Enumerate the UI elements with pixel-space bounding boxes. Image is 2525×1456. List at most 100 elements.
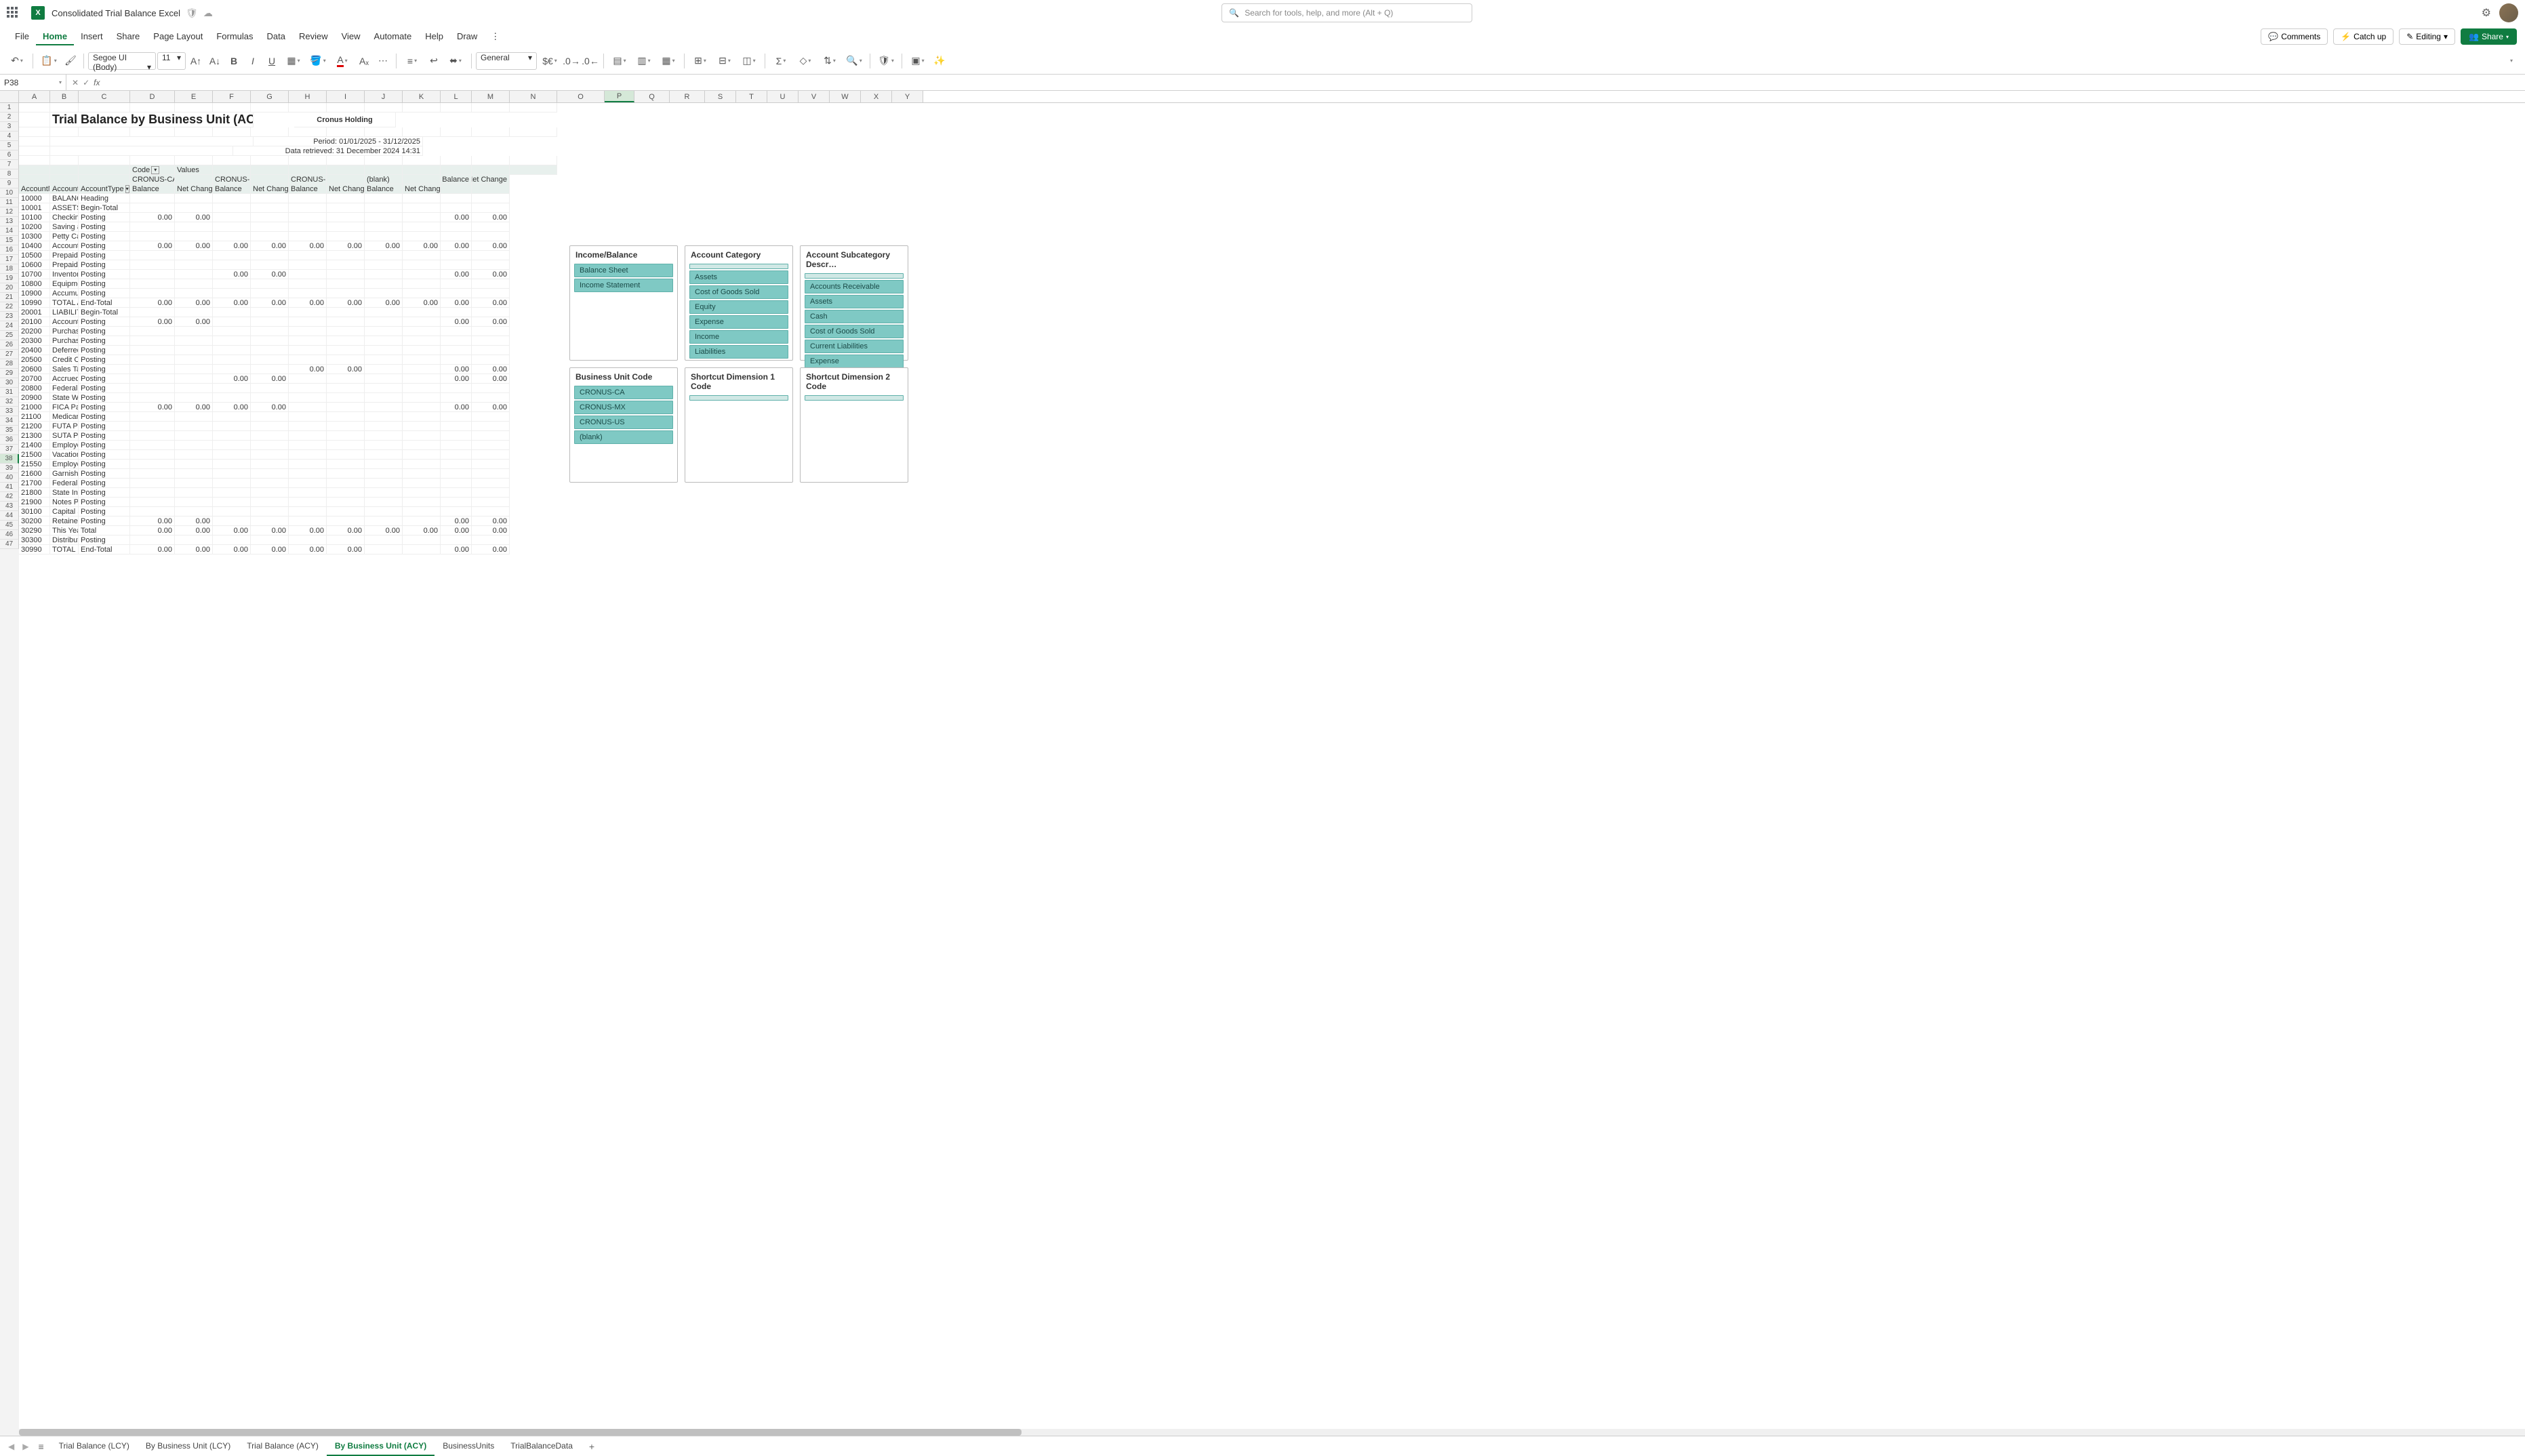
cell[interactable]: 10300 [19, 232, 50, 241]
cell[interactable]: CRONUS-CA [130, 175, 175, 184]
cell[interactable] [213, 213, 251, 222]
cell[interactable] [365, 260, 403, 270]
row-header[interactable]: 24 [0, 321, 19, 331]
cell[interactable] [175, 346, 213, 355]
cell[interactable] [441, 103, 472, 113]
cell[interactable] [213, 222, 251, 232]
row-header[interactable]: 16 [0, 245, 19, 255]
cell[interactable] [472, 308, 510, 317]
cell[interactable] [472, 251, 510, 260]
cell[interactable] [365, 431, 403, 441]
row-header[interactable]: 13 [0, 217, 19, 226]
cell[interactable] [213, 450, 251, 460]
cell[interactable]: 0.00 [175, 213, 213, 222]
cell[interactable]: 20400 [19, 346, 50, 355]
cell[interactable] [289, 279, 327, 289]
cell[interactable] [472, 393, 510, 403]
document-title[interactable]: Consolidated Trial Balance Excel [52, 8, 180, 18]
cell[interactable]: 0.00 [472, 241, 510, 251]
cell[interactable]: 21300 [19, 431, 50, 441]
cell[interactable] [441, 156, 472, 165]
cell[interactable] [327, 431, 365, 441]
cell[interactable]: 0.00 [289, 365, 327, 374]
cell[interactable] [213, 103, 251, 113]
cell[interactable] [403, 488, 441, 498]
cell[interactable] [130, 431, 175, 441]
cell[interactable]: 30100 [19, 507, 50, 517]
cell[interactable]: 0.00 [213, 526, 251, 535]
cell[interactable] [130, 156, 175, 165]
cell[interactable]: 0.00 [130, 241, 175, 251]
cell[interactable] [327, 460, 365, 469]
cell[interactable]: Balance [365, 184, 403, 194]
cell[interactable]: Posting [79, 365, 130, 374]
row-header[interactable]: 14 [0, 226, 19, 236]
row-header[interactable]: 29 [0, 369, 19, 378]
cell[interactable] [289, 327, 327, 336]
cell[interactable]: Prepaid Insurance [50, 260, 79, 270]
cell[interactable]: Inventory [50, 270, 79, 279]
cell[interactable] [441, 460, 472, 469]
cell[interactable] [213, 460, 251, 469]
cell[interactable]: FICA Payable [50, 403, 79, 412]
cell[interactable] [251, 213, 289, 222]
cell[interactable] [175, 270, 213, 279]
cell[interactable]: Posting [79, 498, 130, 507]
cell[interactable]: 0.00 [441, 298, 472, 308]
menu-review[interactable]: Review [292, 28, 335, 45]
cell[interactable] [327, 270, 365, 279]
cell[interactable] [365, 346, 403, 355]
cell[interactable]: 10200 [19, 222, 50, 232]
cell[interactable] [472, 127, 510, 137]
cell[interactable] [251, 479, 289, 488]
cell[interactable] [130, 336, 175, 346]
cell[interactable]: Accounts Payable [50, 317, 79, 327]
cell[interactable] [213, 507, 251, 517]
row-header[interactable]: 27 [0, 350, 19, 359]
cell[interactable] [213, 412, 251, 422]
cell[interactable]: Begin-Total [79, 308, 130, 317]
cell[interactable] [289, 156, 327, 165]
cell[interactable] [472, 156, 510, 165]
cell[interactable] [213, 535, 251, 545]
format-table-button[interactable]: ▥▾ [632, 52, 655, 70]
select-all-corner[interactable] [0, 91, 19, 102]
cell[interactable] [403, 469, 441, 479]
cell[interactable]: Balance [289, 184, 327, 194]
row-header[interactable]: 20 [0, 283, 19, 293]
cell[interactable]: 20200 [19, 327, 50, 336]
cell[interactable] [289, 308, 327, 317]
cell[interactable] [50, 156, 79, 165]
cell[interactable] [213, 441, 251, 450]
slicer-item[interactable]: Cash [805, 310, 904, 323]
cell[interactable]: 0.00 [251, 241, 289, 251]
slicer-item[interactable]: Liabilities [689, 345, 788, 359]
cell[interactable]: 20600 [19, 365, 50, 374]
cell[interactable]: 0.00 [130, 403, 175, 412]
slicer[interactable]: Account CategoryAssetsCost of Goods Sold… [685, 245, 793, 361]
user-avatar[interactable] [2499, 3, 2518, 22]
cell[interactable]: Posting [79, 355, 130, 365]
cell[interactable] [403, 317, 441, 327]
cell[interactable] [327, 260, 365, 270]
cell[interactable]: 0.00 [472, 526, 510, 535]
cell[interactable] [327, 194, 365, 203]
cell[interactable] [365, 289, 403, 298]
cell[interactable]: 0.00 [213, 374, 251, 384]
sort-filter-button[interactable]: ⇅▾ [818, 52, 841, 70]
cell[interactable] [130, 203, 175, 213]
cell[interactable] [251, 327, 289, 336]
cell[interactable]: 0.00 [441, 517, 472, 526]
cell[interactable] [251, 346, 289, 355]
cell[interactable] [213, 127, 251, 137]
cell[interactable] [472, 194, 510, 203]
cell[interactable] [251, 203, 289, 213]
cell[interactable] [441, 384, 472, 393]
cell[interactable] [441, 498, 472, 507]
cell[interactable]: Heading [79, 194, 130, 203]
cell[interactable]: Saving account [50, 222, 79, 232]
cell[interactable]: Checking account [50, 213, 79, 222]
cell[interactable] [289, 422, 327, 431]
cell[interactable] [403, 517, 441, 526]
cell[interactable]: 0.00 [175, 517, 213, 526]
